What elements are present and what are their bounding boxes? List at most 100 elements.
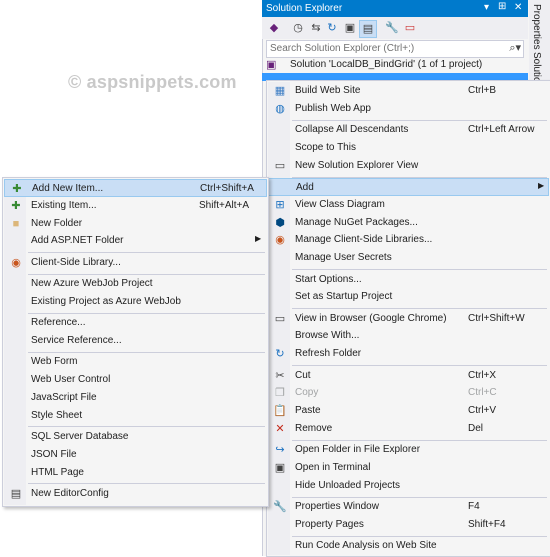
menu-item-start-options[interactable]: Start Options...	[268, 271, 549, 289]
add-menu-item-existing-project-as-azure-webjob[interactable]: Existing Project as Azure WebJob	[4, 293, 267, 311]
menu-item-remove[interactable]: ✕ Remove Del	[268, 420, 549, 438]
globe-icon: ◍	[275, 102, 285, 115]
menu-item-hide-unloaded-projects[interactable]: Hide Unloaded Projects	[268, 477, 549, 495]
menu-item-label: Remove	[295, 422, 333, 434]
menu-item-shortcut: Ctrl+X	[468, 369, 497, 381]
menu-item-collapse-all-descendants[interactable]: Collapse All Descendants Ctrl+Left Arrow	[268, 121, 549, 139]
menu-item-open-folder-in-file-explorer[interactable]: ↪ Open Folder in File Explorer	[268, 441, 549, 459]
add-menu-item-web-user-control[interactable]: Web User Control	[4, 371, 267, 389]
solution-node[interactable]: ▣ Solution 'LocalDB_BindGrid' (1 of 1 pr…	[266, 58, 526, 72]
menu-item-label: New EditorConfig	[31, 487, 109, 499]
menu-item-label: Existing Project as Azure WebJob	[31, 295, 181, 307]
menu-item-manage-nuget-packages[interactable]: ⬢ Manage NuGet Packages...	[268, 214, 549, 232]
refresh-icon[interactable]: ↻	[324, 20, 340, 36]
menu-item-label: Build Web Site	[295, 85, 361, 96]
menu-item-set-as-startup-project[interactable]: Set as Startup Project	[268, 288, 549, 306]
menu-item-view-class-diagram[interactable]: ⊞ View Class Diagram	[268, 196, 549, 214]
library-icon: ◉	[275, 234, 285, 247]
preview-icon[interactable]: ▭	[402, 20, 418, 36]
menu-item-label: JSON File	[31, 448, 77, 460]
menu-item-label: Properties Window	[295, 501, 379, 513]
menu-item-shortcut: Shift+Alt+A	[199, 199, 250, 211]
menu-item-paste[interactable]: 📋 Paste Ctrl+V	[268, 402, 549, 420]
show-all-files-icon[interactable]: ▤	[359, 20, 377, 38]
menu-item-label: Scope to This	[295, 141, 356, 153]
window-position-button[interactable]: ▾	[484, 2, 489, 13]
add-menu-item-service-reference[interactable]: Service Reference...	[4, 332, 267, 350]
menu-item-copy[interactable]: ❐ Copy Ctrl+C	[268, 384, 549, 402]
add-menu-item-reference[interactable]: Reference...	[4, 314, 267, 332]
menu-item-label: Collapse All Descendants	[295, 124, 409, 136]
menu-item-label: Style Sheet	[31, 409, 83, 421]
add-menu-item-new-azure-webjob-project[interactable]: New Azure WebJob Project	[4, 275, 267, 293]
add-menu-item-sql-server-database[interactable]: SQL Server Database	[4, 428, 267, 446]
menu-item-view-in-browser-google-chrome[interactable]: ▭ View in Browser (Google Chrome) Ctrl+Shi…	[268, 310, 549, 328]
menu-item-label: Property Pages	[295, 518, 364, 530]
history-icon[interactable]: ◷	[290, 20, 306, 36]
auto-hide-button[interactable]: ⊞	[498, 1, 506, 12]
menu-item-properties-window[interactable]: 🔧 Properties Window F4	[268, 498, 549, 516]
add-menu-item-html-page[interactable]: HTML Page	[4, 464, 267, 482]
menu-item-run-code-analysis-on-web-site[interactable]: Run Code Analysis on Web Site	[268, 537, 549, 555]
menu-item-label: Open in Terminal	[295, 462, 371, 473]
paste-icon: 📋	[273, 405, 287, 418]
add-menu-item-client-side-library[interactable]: ◉ Client-Side Library...	[4, 254, 267, 272]
add-menu-item-new-folder[interactable]: ■ New Folder	[4, 215, 267, 233]
menu-item-build-web-site[interactable]: ▦ Build Web Site Ctrl+B	[268, 82, 549, 100]
build-icon: ▦	[274, 85, 286, 97]
properties-tab[interactable]: Properties	[531, 4, 542, 50]
remove-icon: ✕	[275, 422, 285, 435]
solution-explorer-search[interactable]: Search Solution Explorer (Ctrl+;) ⌕▾	[266, 40, 524, 58]
menu-item-label: Client-Side Library...	[31, 256, 121, 268]
submenu-arrow-icon: ▶	[255, 234, 262, 244]
menu-item-label: Browse With...	[295, 330, 360, 342]
menu-item-label: Manage NuGet Packages...	[295, 216, 418, 228]
menu-item-label: New Folder	[31, 217, 83, 229]
menu-item-new-solution-explorer-view[interactable]: ▭ New Solution Explorer View	[268, 157, 549, 175]
add-menu-item-existing-item[interactable]: ✚ Existing Item... Shift+Alt+A	[4, 197, 267, 215]
copy-icon: ❐	[275, 387, 285, 400]
menu-item-open-in-terminal[interactable]: ▣ Open in Terminal	[268, 459, 549, 477]
menu-item-label: Publish Web App	[295, 102, 371, 114]
menu-item-manage-user-secrets[interactable]: Manage User Secrets	[268, 249, 549, 267]
sync-icon[interactable]: ⇆	[308, 20, 324, 36]
menu-item-label: Manage User Secrets	[295, 252, 392, 264]
menu-item-add[interactable]: Add ▶	[268, 178, 549, 196]
menu-item-label: Add	[296, 182, 314, 193]
menu-item-label: Hide Unloaded Projects	[295, 479, 401, 491]
menu-item-property-pages[interactable]: Property Pages Shift+F4	[268, 516, 549, 534]
add-menu-item-style-sheet[interactable]: Style Sheet	[4, 407, 267, 425]
menu-item-scope-to-this[interactable]: Scope to This	[268, 139, 549, 157]
menu-item-label: Open Folder in File Explorer	[295, 444, 421, 456]
menu-item-manage-client-side-libraries[interactable]: ◉ Manage Client-Side Libraries...	[268, 231, 549, 249]
terminal-icon: ▣	[274, 462, 286, 474]
submenu-arrow-icon: ▶	[538, 181, 545, 190]
solution-label: Solution 'LocalDB_BindGrid' (1 of 1 proj…	[290, 59, 483, 70]
vs-icon[interactable]: ◆	[266, 20, 282, 36]
menu-item-label: View Class Diagram	[295, 198, 385, 210]
add-menu-item-web-form[interactable]: Web Form	[4, 353, 267, 371]
search-icon[interactable]: ⌕▾	[509, 41, 521, 55]
collapse-all-icon[interactable]: ▣	[342, 20, 358, 36]
add-menu-item-add-asp-net-folder[interactable]: Add ASP.NET Folder ▶	[4, 232, 267, 250]
menu-item-cut[interactable]: ✂ Cut Ctrl+X	[268, 367, 549, 385]
add-menu-item-javascript-file[interactable]: JavaScript File	[4, 389, 267, 407]
menu-item-label: Web Form	[31, 356, 78, 368]
menu-item-browse-with[interactable]: Browse With...	[268, 327, 549, 345]
library-icon: ◉	[11, 256, 21, 269]
add-menu-item-new-editorconfig[interactable]: ▤ New EditorConfig	[4, 485, 267, 503]
folder-icon: ■	[12, 217, 20, 230]
scissors-icon: ✂	[275, 369, 285, 382]
menu-item-publish-web-app[interactable]: ◍ Publish Web App	[268, 100, 549, 118]
menu-item-shortcut: Del	[468, 422, 484, 434]
menu-item-shortcut: Ctrl+B	[468, 85, 497, 96]
properties-wrench-icon[interactable]: 🔧	[384, 20, 400, 36]
watermark: © aspsnippets.com	[68, 72, 237, 92]
close-panel-button[interactable]: ✕	[514, 2, 522, 13]
add-menu-item-json-file[interactable]: JSON File	[4, 446, 267, 464]
add-menu-item-add-new-item[interactable]: ✚ Add New Item... Ctrl+Shift+A	[4, 179, 267, 197]
project-context-menu: ▦ Build Web Site Ctrl+B ◍ Publish Web App Col…	[266, 80, 550, 557]
open-folder-icon: ↪	[275, 444, 285, 457]
menu-item-label: Run Code Analysis on Web Site	[295, 540, 437, 552]
menu-item-refresh-folder[interactable]: ↻ Refresh Folder	[268, 345, 549, 363]
